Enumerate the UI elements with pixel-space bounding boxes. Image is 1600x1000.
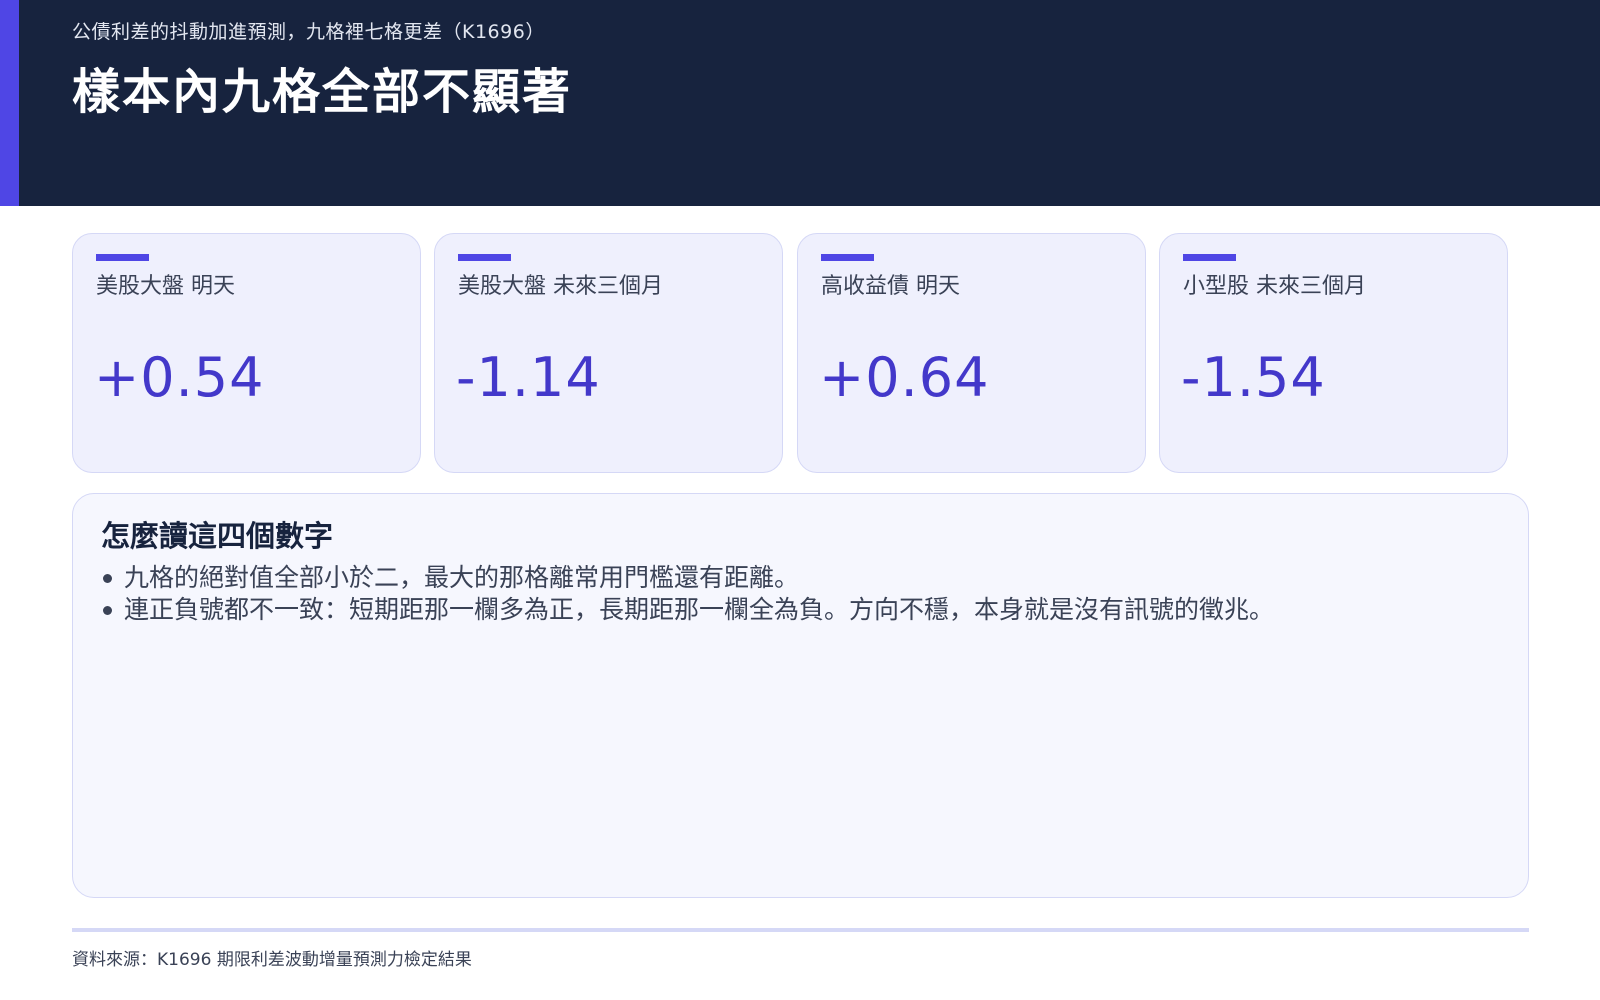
panel-title: 怎麼讀這四個數字 <box>101 519 334 553</box>
stat-card-label: 美股大盤 未來三個月 <box>458 274 663 299</box>
footer-divider <box>72 928 1529 932</box>
stat-card-sp500-next-day: 美股大盤 明天 +0.54 <box>72 233 421 473</box>
stat-card-value: +0.64 <box>819 346 990 409</box>
stat-card-value: -1.14 <box>456 346 601 409</box>
source-note: 資料來源：K1696 期限利差波動增量預測力檢定結果 <box>72 950 472 970</box>
stat-card-label: 美股大盤 明天 <box>96 274 235 299</box>
list-item-text: 九格的絕對值全部小於二，最大的那格離常用門檻還有距離。 <box>124 563 800 592</box>
card-accent-bar <box>458 254 511 261</box>
stat-card-small-cap-three-months: 小型股 未來三個月 -1.54 <box>1159 233 1508 473</box>
stat-card-value: +0.54 <box>94 346 265 409</box>
stat-card-label: 高收益債 明天 <box>821 274 960 299</box>
stat-card-label: 小型股 未來三個月 <box>1183 274 1366 299</box>
bullet-icon <box>103 605 112 615</box>
explanation-panel: 怎麼讀這四個數字 九格的絕對值全部小於二，最大的那格離常用門檻還有距離。 連正負… <box>72 493 1529 898</box>
bullet-icon <box>103 573 112 583</box>
explanation-list: 九格的絕對值全部小於二，最大的那格離常用門檻還有距離。 連正負號都不一致：短期距… <box>103 562 1274 626</box>
header-accent-bar <box>0 0 19 206</box>
stat-cards: 美股大盤 明天 +0.54 美股大盤 未來三個月 -1.14 高收益債 明天 +… <box>72 233 1529 473</box>
header-kicker: 公債利差的抖動加進預測，九格裡七格更差（K1696） <box>72 21 545 43</box>
list-item: 連正負號都不一致：短期距那一欄多為正，長期距那一欄全為負。方向不穩，本身就是沒有… <box>103 594 1274 626</box>
card-accent-bar <box>96 254 149 261</box>
stat-card-value: -1.54 <box>1181 346 1326 409</box>
stat-card-sp500-three-months: 美股大盤 未來三個月 -1.14 <box>434 233 783 473</box>
header-banner: 公債利差的抖動加進預測，九格裡七格更差（K1696） 樣本內九格全部不顯著 <box>0 0 1600 206</box>
card-accent-bar <box>1183 254 1236 261</box>
list-item-text: 連正負號都不一致：短期距那一欄多為正，長期距那一欄全為負。方向不穩，本身就是沒有… <box>124 595 1275 624</box>
stat-card-high-yield-next-day: 高收益債 明天 +0.64 <box>797 233 1146 473</box>
page-title: 樣本內九格全部不顯著 <box>72 64 573 120</box>
list-item: 九格的絕對值全部小於二，最大的那格離常用門檻還有距離。 <box>103 562 1274 594</box>
card-accent-bar <box>821 254 874 261</box>
